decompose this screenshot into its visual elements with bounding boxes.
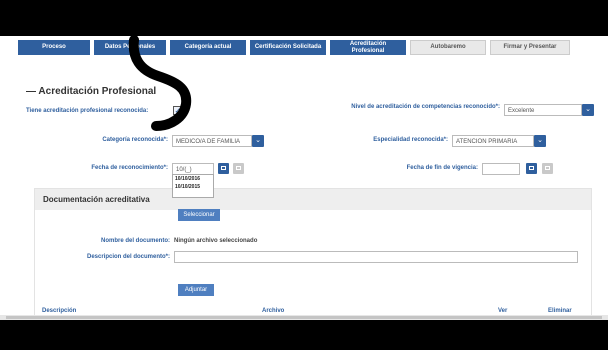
- column-eliminar: Eliminar: [548, 308, 572, 314]
- nombre-documento-value: Ningún archivo seleccionado: [174, 238, 258, 244]
- fecha-reconocimiento-label: Fecha de reconocimiento*:: [91, 165, 168, 171]
- column-descripcion: Descripción: [42, 308, 77, 314]
- nivel-acreditacion-label: Nivel de acreditación de competencias re…: [351, 104, 500, 110]
- tab-acreditacion-profesional[interactable]: Acreditación Profesional: [330, 40, 406, 55]
- tiene-acreditacion-label: Tiene acreditación profesional reconocid…: [26, 108, 149, 114]
- especialidad-reconocida-select[interactable]: ATENCION PRIMARIA: [452, 135, 534, 147]
- tab-proceso[interactable]: Proceso: [18, 40, 90, 55]
- tab-datos-personales[interactable]: Datos Personales: [94, 40, 166, 55]
- seleccionar-button[interactable]: Seleccionar: [178, 209, 220, 221]
- scrollbar-thumb[interactable]: [6, 316, 602, 319]
- nombre-documento-label: Nombre del documento:: [100, 238, 170, 244]
- nivel-acreditacion-select[interactable]: Excelente: [504, 104, 582, 116]
- especialidad-chevron-down-icon[interactable]: ⌄: [534, 135, 546, 147]
- especialidad-reconocida-label: Especialidad reconocida*:: [373, 137, 448, 143]
- horizontal-scrollbar[interactable]: [0, 315, 608, 320]
- tab-autobaremo[interactable]: Autobaremo: [410, 40, 486, 55]
- date-autocomplete-popup: 10/10/2016 10/10/2015: [172, 174, 214, 198]
- clear-date-fin-icon[interactable]: [542, 163, 553, 174]
- tab-firmar-presentar[interactable]: Firmar y Presentar: [490, 40, 570, 55]
- tab-categoria-actual[interactable]: Categoría actual: [170, 40, 246, 55]
- calendar-icon[interactable]: [218, 163, 229, 174]
- categoria-reconocida-select[interactable]: MEDICO/A DE FAMILIA: [172, 135, 252, 147]
- calendar-fin-icon[interactable]: [526, 163, 537, 174]
- adjuntar-button[interactable]: Adjuntar: [178, 284, 214, 296]
- section-title: — Acreditación Profesional: [26, 86, 157, 97]
- nivel-chevron-down-icon[interactable]: ⌄: [582, 104, 594, 116]
- tab-certificacion-solicitada[interactable]: Certificación Solicitada: [250, 40, 326, 55]
- descripcion-documento-label: Descripcion del documento*:: [86, 254, 170, 260]
- wizard-tabs: Proceso Datos Personales Categoría actua…: [18, 40, 570, 55]
- documentacion-title: Documentación acreditativa: [43, 195, 150, 204]
- descripcion-documento-input[interactable]: [174, 251, 578, 263]
- autocomplete-option[interactable]: 10/10/2015: [173, 183, 213, 191]
- categoria-chevron-down-icon[interactable]: ⌄: [252, 135, 264, 147]
- clear-date-icon[interactable]: [233, 163, 244, 174]
- column-archivo: Archivo: [262, 308, 285, 314]
- application-window: Proceso Datos Personales Categoría actua…: [0, 36, 608, 320]
- autocomplete-option[interactable]: 10/10/2016: [173, 175, 213, 183]
- fecha-fin-vigencia-input[interactable]: [482, 163, 520, 175]
- column-ver: Ver: [498, 308, 508, 314]
- fecha-fin-vigencia-label: Fecha de fin de vigencia:: [406, 165, 478, 171]
- categoria-reconocida-label: Categoría reconocida*:: [102, 137, 168, 143]
- tiene-acreditacion-checkbox[interactable]: ✓: [173, 106, 182, 115]
